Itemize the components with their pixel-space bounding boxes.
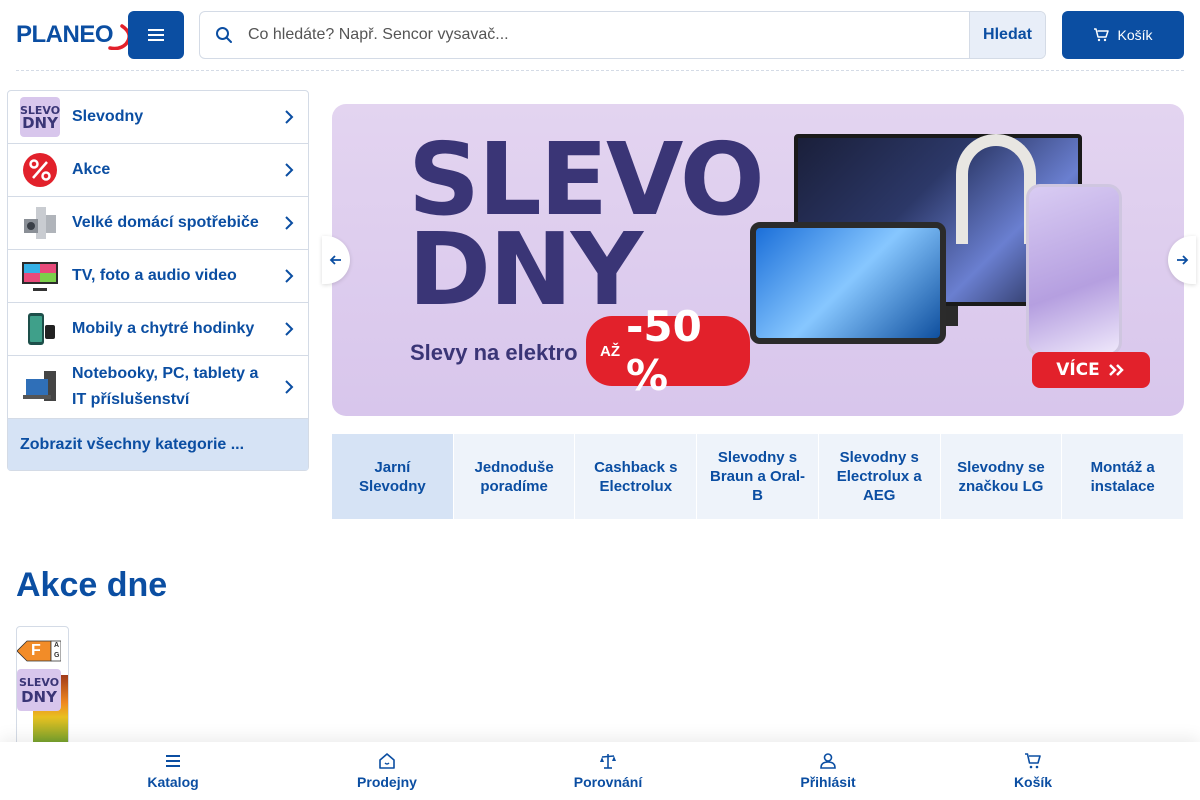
chevron-right-icon (285, 322, 294, 336)
sidebar-item-label: Mobily a chytré hodinky (72, 320, 255, 337)
menu-icon (166, 755, 180, 767)
tab-cashback-electrolux[interactable]: Cashback s Electrolux (575, 434, 698, 519)
cart-label: Košík (1117, 27, 1153, 43)
home-icon (379, 753, 395, 769)
appliance-icon (20, 203, 60, 243)
chevron-right-icon (285, 269, 294, 283)
chevron-right-icon (285, 163, 294, 177)
sidebar-item-label: Notebooky, PC, tablety a IT příslušenstv… (72, 365, 259, 408)
header: PLANEO Hledat Košík (0, 0, 1200, 71)
nav-label: Košík (1013, 774, 1053, 790)
logo-swoosh-icon (108, 24, 131, 50)
planeo-logo[interactable]: PLANEO (16, 20, 131, 50)
discount-badge: AŽ -50 % (586, 302, 750, 400)
bottom-navigation: Katalog Prodejny Porovnání Přihlásit Koš… (0, 742, 1200, 800)
tablet-image (750, 222, 946, 344)
badge-prefix: AŽ (600, 342, 620, 360)
percent-icon (20, 150, 60, 190)
slevodny-badge: SLEVO DNY (17, 669, 61, 711)
arrow-right-icon (1177, 255, 1189, 265)
hamburger-icon (148, 29, 164, 41)
scale-icon (600, 754, 616, 769)
promo-banner[interactable]: SLEVO DNY Slevy na elektro AŽ -50 % VÍCE (332, 104, 1184, 416)
nav-katalog[interactable]: Katalog (140, 742, 206, 800)
search-icon (200, 12, 248, 58)
banner-title-line2: DNY (408, 211, 643, 328)
energy-scale-top: A (54, 642, 60, 649)
nav-label: Přihlásit (800, 774, 856, 790)
nav-porovnani[interactable]: Porovnání (570, 742, 646, 800)
sidebar-item-label: TV, foto a audio video (72, 267, 237, 284)
tab-jarni-slevodny[interactable]: Jarní Slevodny (332, 434, 454, 519)
tv-icon (20, 256, 60, 296)
banner-cta-label: VÍCE (1056, 360, 1100, 380)
laptop-icon (20, 367, 60, 407)
chevron-right-icon (285, 216, 294, 230)
sidebar-item-mobiles[interactable]: Mobily a chytré hodinky (8, 303, 308, 356)
slevodny-icon: SLEVO DNY (20, 97, 60, 137)
product-card[interactable]: F A G SLEVO DNY (16, 626, 69, 756)
double-chevron-right-icon (1108, 364, 1124, 376)
phone-image (1026, 184, 1122, 356)
chevron-right-icon (285, 110, 294, 124)
user-icon (820, 753, 836, 769)
tab-lg[interactable]: Slevodny se značkou LG (940, 434, 1063, 519)
sidebar-item-appliances[interactable]: Velké domácí spotřebiče (8, 197, 308, 250)
nav-label: Katalog (147, 774, 199, 790)
nav-prodejny[interactable]: Prodejny (352, 742, 422, 800)
sidebar-item-label: Velké domácí spotřebiče (72, 214, 259, 231)
category-sidebar: SLEVO DNY Slevodny Akce Velké domácí spo… (7, 90, 309, 471)
nav-label: Porovnání (573, 774, 643, 790)
show-all-categories-link[interactable]: Zobrazit všechny kategorie ... (8, 419, 308, 470)
nav-prihlasit[interactable]: Přihlásit (794, 742, 862, 800)
nav-label: Prodejny (357, 774, 417, 790)
phone-icon (20, 309, 60, 349)
nav-kosik[interactable]: Košík (1008, 742, 1058, 800)
headphones-image (956, 134, 1036, 244)
promo-tabs: Jarní Slevodny Jednoduše poradíme Cashba… (332, 434, 1185, 519)
sidebar-item-label: Akce (72, 161, 111, 178)
sidebar-item-akce[interactable]: Akce (8, 144, 308, 197)
section-title-akce-dne: Akce dne (16, 566, 168, 604)
header-divider (16, 70, 1184, 71)
search-bar: Hledat (199, 11, 1046, 59)
sidebar-item-label: Slevodny (72, 108, 144, 125)
sidebar-item-tv[interactable]: TV, foto a audio video (8, 250, 308, 303)
tab-montaz-instalace[interactable]: Montáž a instalace (1062, 434, 1185, 519)
menu-button[interactable] (128, 11, 184, 59)
energy-class-label: F (31, 642, 41, 659)
search-button[interactable]: Hledat (969, 12, 1045, 58)
cart-icon (1094, 28, 1110, 42)
banner-subtitle: Slevy na elektro (410, 340, 578, 365)
sidebar-item-notebooks[interactable]: Notebooky, PC, tablety a IT příslušenstv… (8, 356, 308, 419)
slevodny-icon-line2: DNY (22, 114, 58, 132)
cart-button[interactable]: Košík (1062, 11, 1184, 59)
slevodny-badge-line2: DNY (21, 688, 57, 706)
tab-braun-oral-b[interactable]: Slevodny s Braun a Oral-B (697, 434, 819, 519)
cart-icon (1025, 753, 1041, 769)
arrow-left-icon (329, 255, 341, 265)
tab-electrolux-aeg[interactable]: Slevodny s Electrolux a AEG (818, 434, 941, 519)
tab-jednoduse-poradime[interactable]: Jednoduše poradíme (453, 434, 576, 519)
badge-value: -50 % (626, 302, 702, 400)
search-input[interactable] (248, 12, 969, 58)
energy-scale-bottom: G (54, 652, 60, 659)
chevron-right-icon (285, 380, 294, 394)
banner-more-button[interactable]: VÍCE (1032, 352, 1150, 388)
sidebar-item-slevodny[interactable]: SLEVO DNY Slevodny (8, 91, 308, 144)
